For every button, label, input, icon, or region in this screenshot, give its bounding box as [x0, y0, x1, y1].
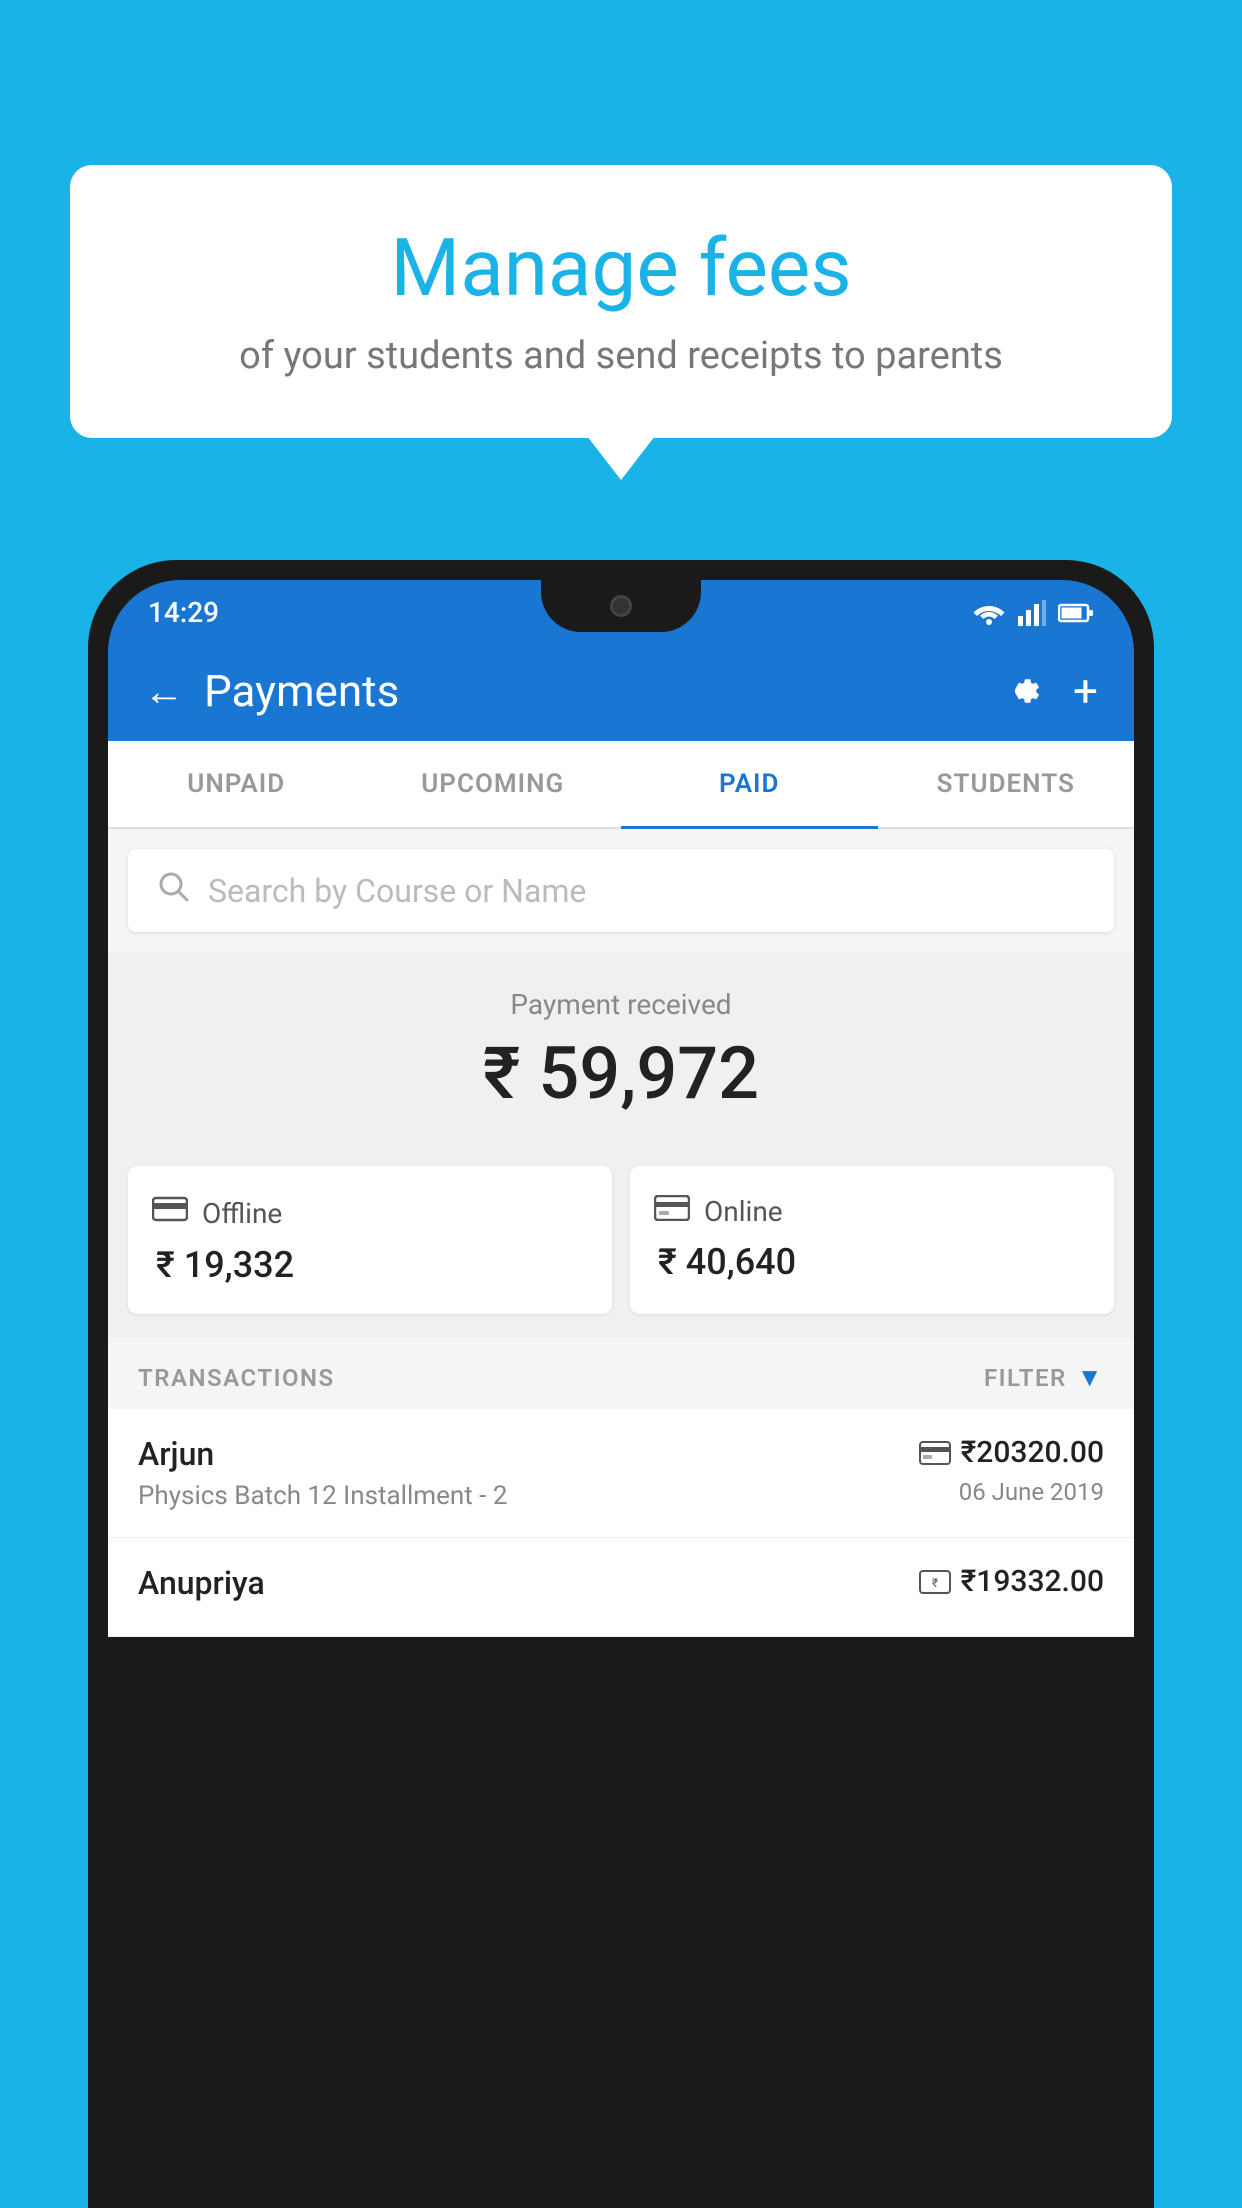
filter-label: FILTER [984, 1364, 1067, 1392]
app-bar: ← Payments + [108, 641, 1134, 741]
app-bar-title: Payments [204, 665, 399, 717]
content-area: Search by Course or Name Payment receive… [108, 829, 1134, 1637]
tab-upcoming[interactable]: UPCOMING [365, 741, 622, 827]
search-bar[interactable]: Search by Course or Name [128, 849, 1114, 932]
transaction-date: 06 June 2019 [919, 1478, 1104, 1506]
offline-icon [152, 1194, 188, 1232]
online-amount: ₹ 40,640 [658, 1241, 1090, 1283]
payment-received-amount: ₹ 59,972 [128, 1031, 1114, 1116]
cash-payment-icon: ₹ [919, 1570, 951, 1594]
transaction-name: Anupriya [138, 1564, 265, 1602]
wifi-icon [972, 600, 1006, 626]
signal-icon [1018, 600, 1046, 626]
transaction-info-right: ₹ ₹19332.00 [919, 1564, 1104, 1607]
transaction-amount: ₹20320.00 [961, 1435, 1104, 1470]
status-icons [972, 600, 1094, 626]
front-camera [610, 595, 632, 617]
transaction-list: Arjun Physics Batch 12 Installment - 2 ₹… [108, 1409, 1134, 1637]
tab-paid[interactable]: PAID [621, 741, 878, 827]
search-placeholder: Search by Course or Name [208, 872, 586, 910]
online-payment-card: Online ₹ 40,640 [630, 1166, 1114, 1314]
app-bar-right: + [999, 665, 1098, 717]
online-payment-icon [919, 1441, 951, 1465]
status-time: 14:29 [148, 596, 219, 629]
transactions-label: TRANSACTIONS [138, 1364, 335, 1392]
back-button[interactable]: ← [144, 668, 184, 715]
payment-received-label: Payment received [128, 988, 1114, 1021]
svg-text:₹: ₹ [932, 1576, 938, 1590]
tabs-bar: UNPAID UPCOMING PAID STUDENTS [108, 741, 1134, 829]
filter-icon: ▼ [1077, 1362, 1104, 1393]
phone-frame: 14:29 [88, 560, 1154, 2208]
notch [541, 580, 701, 632]
offline-payment-card: Offline ₹ 19,332 [128, 1166, 612, 1314]
battery-icon [1058, 603, 1094, 623]
speech-bubble: Manage fees of your students and send re… [70, 165, 1172, 438]
transaction-amount-row: ₹20320.00 [919, 1435, 1104, 1470]
phone-inner: 14:29 [108, 580, 1134, 2188]
bubble-title: Manage fees [130, 220, 1112, 316]
transaction-amount-row: ₹ ₹19332.00 [919, 1564, 1104, 1599]
transaction-course: Physics Batch 12 Installment - 2 [138, 1481, 507, 1511]
offline-label: Offline [202, 1197, 282, 1230]
transaction-amount: ₹19332.00 [961, 1564, 1104, 1599]
card-header-online: Online [654, 1194, 1090, 1229]
payment-received-section: Payment received ₹ 59,972 [108, 952, 1134, 1146]
table-row[interactable]: Arjun Physics Batch 12 Installment - 2 ₹… [108, 1409, 1134, 1538]
transaction-info-left: Anupriya [138, 1564, 265, 1610]
settings-icon[interactable] [999, 669, 1043, 713]
transactions-header: TRANSACTIONS FILTER ▼ [108, 1338, 1134, 1409]
filter-button[interactable]: FILTER ▼ [984, 1362, 1104, 1393]
transaction-info-left: Arjun Physics Batch 12 Installment - 2 [138, 1435, 507, 1511]
tab-unpaid[interactable]: UNPAID [108, 741, 365, 827]
transaction-info-right: ₹20320.00 06 June 2019 [919, 1435, 1104, 1506]
online-icon [654, 1194, 690, 1229]
online-label: Online [704, 1195, 783, 1228]
app-bar-left: ← Payments [144, 665, 399, 717]
add-button[interactable]: + [1073, 665, 1098, 717]
bubble-subtitle: of your students and send receipts to pa… [130, 334, 1112, 378]
offline-amount: ₹ 19,332 [156, 1244, 588, 1286]
search-icon [156, 869, 190, 912]
payment-cards: Offline ₹ 19,332 Onli [108, 1146, 1134, 1338]
table-row[interactable]: Anupriya ₹ ₹19332.00 [108, 1538, 1134, 1637]
card-header-offline: Offline [152, 1194, 588, 1232]
tab-students[interactable]: STUDENTS [878, 741, 1135, 827]
transaction-name: Arjun [138, 1435, 507, 1473]
speech-bubble-container: Manage fees of your students and send re… [70, 165, 1172, 438]
